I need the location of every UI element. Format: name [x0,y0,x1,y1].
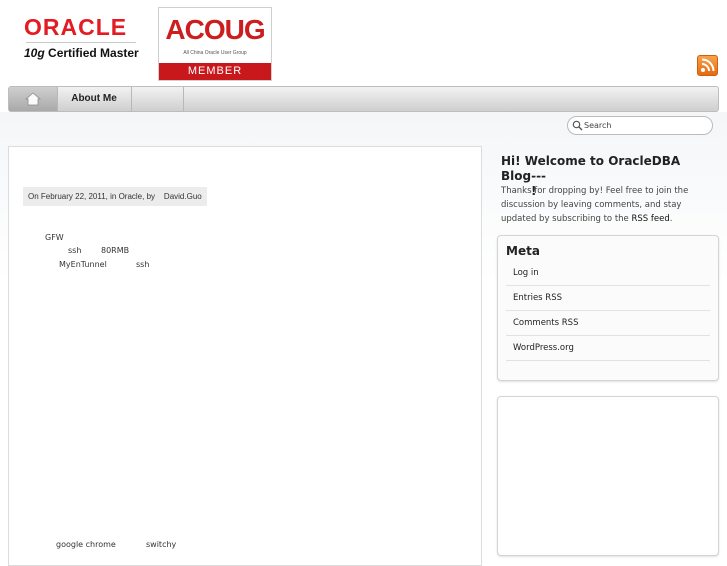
meta-link-list: Log in Entries RSS Comments RSS WordPres… [506,261,710,361]
acoug-title: ACOUG [165,14,265,45]
member-badge: MEMBER [159,63,271,80]
acoug-subtitle: All China Oracle User Group [183,50,247,56]
sidebar-widget-empty [497,396,719,556]
rss-feed-icon[interactable] [697,55,718,76]
nav-home-button[interactable] [9,87,58,111]
welcome-text: Thanks for dropping by! Feel free to joi… [501,186,689,224]
meta-widget-title: Meta [506,244,540,258]
post-text-line: switchy [146,540,177,549]
meta-widget: Meta Log in Entries RSS Comments RSS Wor… [497,235,719,381]
home-icon [24,92,42,106]
post-text-line: ssh [68,246,82,255]
oracle-wordmark: ORACLE [24,14,128,40]
main-navigation: About Me [8,86,719,112]
rss-feed-link[interactable]: RSS feed [631,214,669,224]
search-field [567,116,713,135]
post-text-line: ssh [136,260,150,269]
oracle-certified-master-logo[interactable]: ORACLE 10g Certified Master [24,14,139,61]
post-text-line: 80RMB [101,246,130,255]
meta-link-entries-rss[interactable]: Entries RSS [506,286,710,311]
meta-link-log-in[interactable]: Log in [506,261,710,286]
nav-item-about-me[interactable]: About Me [57,87,132,111]
post-meta: On February 22, 2011, in Oracle, by Davi… [23,187,207,206]
post-text-line: MyEnTunnel [59,260,107,269]
acoug-member-logo[interactable]: ACOUG All China Oracle User Group MEMBER [158,7,272,81]
logo-divider [26,42,136,43]
meta-link-comments-rss[interactable]: Comments RSS [506,311,710,336]
meta-link-wordpress-org[interactable]: WordPress.org [506,336,710,361]
certification-label: 10g Certified Master [24,46,139,60]
search-input[interactable] [584,118,704,133]
search-icon [572,120,583,131]
post-content-area: On February 22, 2011, in Oracle, by Davi… [8,146,482,566]
post-text-line: google chrome [56,540,116,549]
post-text-line: GFW [45,233,64,242]
nav-item-blank[interactable] [131,87,184,111]
